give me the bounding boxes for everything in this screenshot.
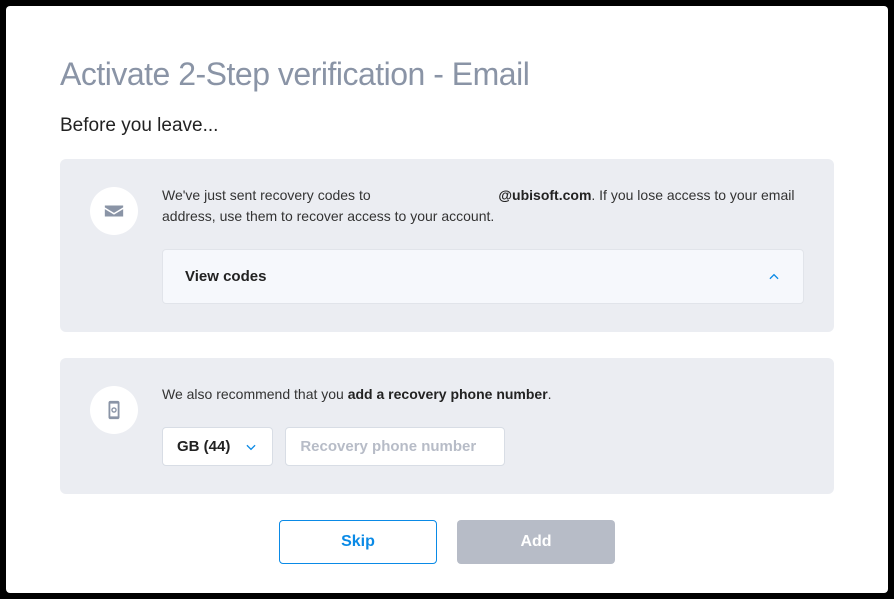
recovery-codes-panel: We've just sent recovery codes to @ubiso… — [60, 159, 834, 332]
country-code-label: GB (44) — [177, 438, 230, 455]
view-codes-label: View codes — [185, 268, 266, 285]
recovery-phone-text: We also recommend that you add a recover… — [162, 384, 804, 405]
recovery-codes-email-domain: @ubisoft.com — [498, 187, 591, 203]
recovery-phone-text-post: . — [548, 386, 552, 402]
phone-input-row: GB (44) — [162, 427, 804, 466]
recovery-phone-body: We also recommend that you add a recover… — [162, 384, 804, 466]
recovery-phone-input[interactable] — [285, 427, 505, 466]
phone-icon — [90, 386, 138, 434]
recovery-phone-bold: add a recovery phone number — [348, 386, 548, 402]
chevron-down-icon — [244, 440, 258, 454]
country-code-select[interactable]: GB (44) — [162, 427, 273, 466]
recovery-phone-text-pre: We also recommend that you — [162, 386, 348, 402]
view-codes-toggle[interactable]: View codes — [162, 249, 804, 304]
recovery-codes-body: We've just sent recovery codes to @ubiso… — [162, 185, 804, 304]
dialog-footer: Skip Add — [60, 520, 834, 564]
skip-button[interactable]: Skip — [279, 520, 437, 564]
chevron-up-icon — [767, 270, 781, 284]
dialog-title: Activate 2-Step verification - Email — [60, 56, 834, 93]
mail-icon — [90, 187, 138, 235]
dialog-subtitle: Before you leave... — [60, 115, 834, 137]
add-button[interactable]: Add — [457, 520, 615, 564]
recovery-phone-panel: We also recommend that you add a recover… — [60, 358, 834, 494]
recovery-codes-text-pre: We've just sent recovery codes to — [162, 187, 375, 203]
two-step-verification-dialog: Activate 2-Step verification - Email Bef… — [6, 6, 888, 593]
recovery-codes-text: We've just sent recovery codes to @ubiso… — [162, 185, 804, 227]
